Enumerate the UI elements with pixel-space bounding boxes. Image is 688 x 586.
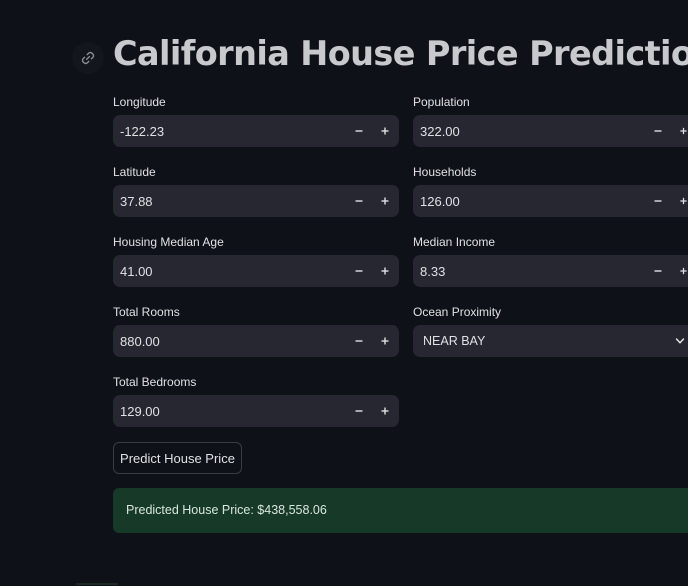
total-bedrooms-value[interactable]: 129.00 [120, 404, 160, 419]
housing-median-age-decrement-button[interactable] [347, 259, 371, 283]
population-field: Population 322.00 [413, 95, 688, 147]
households-field: Households 126.00 [413, 165, 688, 217]
plus-icon [381, 407, 389, 415]
longitude-value[interactable]: -122.23 [120, 124, 164, 139]
latitude-increment-button[interactable] [373, 189, 397, 213]
latitude-decrement-button[interactable] [347, 189, 371, 213]
minus-icon [654, 270, 662, 272]
housing-median-age-field: Housing Median Age 41.00 [113, 235, 399, 287]
minus-icon [355, 340, 363, 342]
housing-median-age-label: Housing Median Age [113, 235, 224, 249]
minus-icon [654, 130, 662, 132]
median-income-field: Median Income 8.33 [413, 235, 688, 287]
population-label: Population [413, 95, 470, 109]
plus-icon [680, 127, 687, 135]
total-rooms-value[interactable]: 880.00 [120, 334, 160, 349]
ocean-proximity-select[interactable]: NEAR BAY [413, 325, 688, 357]
total-rooms-increment-button[interactable] [373, 329, 397, 353]
longitude-input[interactable]: -122.23 [113, 115, 399, 147]
link-icon [81, 51, 95, 65]
total-rooms-input[interactable]: 880.00 [113, 325, 399, 357]
population-value[interactable]: 322.00 [420, 124, 460, 139]
latitude-field: Latitude 37.88 [113, 165, 399, 217]
ocean-proximity-value: NEAR BAY [423, 334, 486, 348]
ocean-proximity-label: Ocean Proximity [413, 305, 502, 319]
total-bedrooms-decrement-button[interactable] [347, 399, 371, 423]
page-title: California House Price Prediction [113, 34, 688, 73]
plus-icon [680, 197, 687, 205]
population-input[interactable]: 322.00 [413, 115, 688, 147]
predict-house-price-button[interactable]: Predict House Price [113, 442, 242, 474]
minus-icon [355, 270, 363, 272]
plus-icon [680, 267, 687, 275]
latitude-input[interactable]: 37.88 [113, 185, 399, 217]
longitude-label: Longitude [113, 95, 166, 109]
total-bedrooms-input[interactable]: 129.00 [113, 395, 399, 427]
total-rooms-decrement-button[interactable] [347, 329, 371, 353]
header-anchor-link[interactable] [72, 42, 104, 74]
population-increment-button[interactable] [672, 119, 688, 143]
total-bedrooms-field: Total Bedrooms 129.00 [113, 375, 399, 427]
median-income-decrement-button[interactable] [646, 259, 670, 283]
minus-icon [654, 200, 662, 202]
households-value[interactable]: 126.00 [420, 194, 460, 209]
minus-icon [355, 130, 363, 132]
plus-icon [381, 197, 389, 205]
median-income-value[interactable]: 8.33 [420, 264, 445, 279]
plus-icon [381, 127, 389, 135]
plus-icon [381, 267, 389, 275]
chevron-down-icon [675, 338, 685, 344]
app-page: California House Price Prediction Longit… [0, 0, 688, 586]
households-label: Households [413, 165, 477, 179]
latitude-value[interactable]: 37.88 [120, 194, 153, 209]
longitude-field: Longitude -122.23 [113, 95, 399, 147]
housing-median-age-increment-button[interactable] [373, 259, 397, 283]
longitude-increment-button[interactable] [373, 119, 397, 143]
median-income-input[interactable]: 8.33 [413, 255, 688, 287]
prediction-result-text: Predicted House Price: $438,558.06 [126, 503, 327, 517]
plus-icon [381, 337, 389, 345]
ocean-proximity-field: Ocean Proximity NEAR BAY [413, 305, 688, 357]
minus-icon [355, 410, 363, 412]
median-income-increment-button[interactable] [672, 259, 688, 283]
population-decrement-button[interactable] [646, 119, 670, 143]
prediction-result-alert: Predicted House Price: $438,558.06 [113, 488, 688, 533]
households-increment-button[interactable] [672, 189, 688, 213]
longitude-decrement-button[interactable] [347, 119, 371, 143]
households-decrement-button[interactable] [646, 189, 670, 213]
total-bedrooms-increment-button[interactable] [373, 399, 397, 423]
bottom-divider [76, 583, 118, 585]
minus-icon [355, 200, 363, 202]
total-rooms-label: Total Rooms [113, 305, 180, 319]
latitude-label: Latitude [113, 165, 156, 179]
households-input[interactable]: 126.00 [413, 185, 688, 217]
total-bedrooms-label: Total Bedrooms [113, 375, 197, 389]
total-rooms-field: Total Rooms 880.00 [113, 305, 399, 357]
housing-median-age-input[interactable]: 41.00 [113, 255, 399, 287]
housing-median-age-value[interactable]: 41.00 [120, 264, 153, 279]
median-income-label: Median Income [413, 235, 496, 249]
